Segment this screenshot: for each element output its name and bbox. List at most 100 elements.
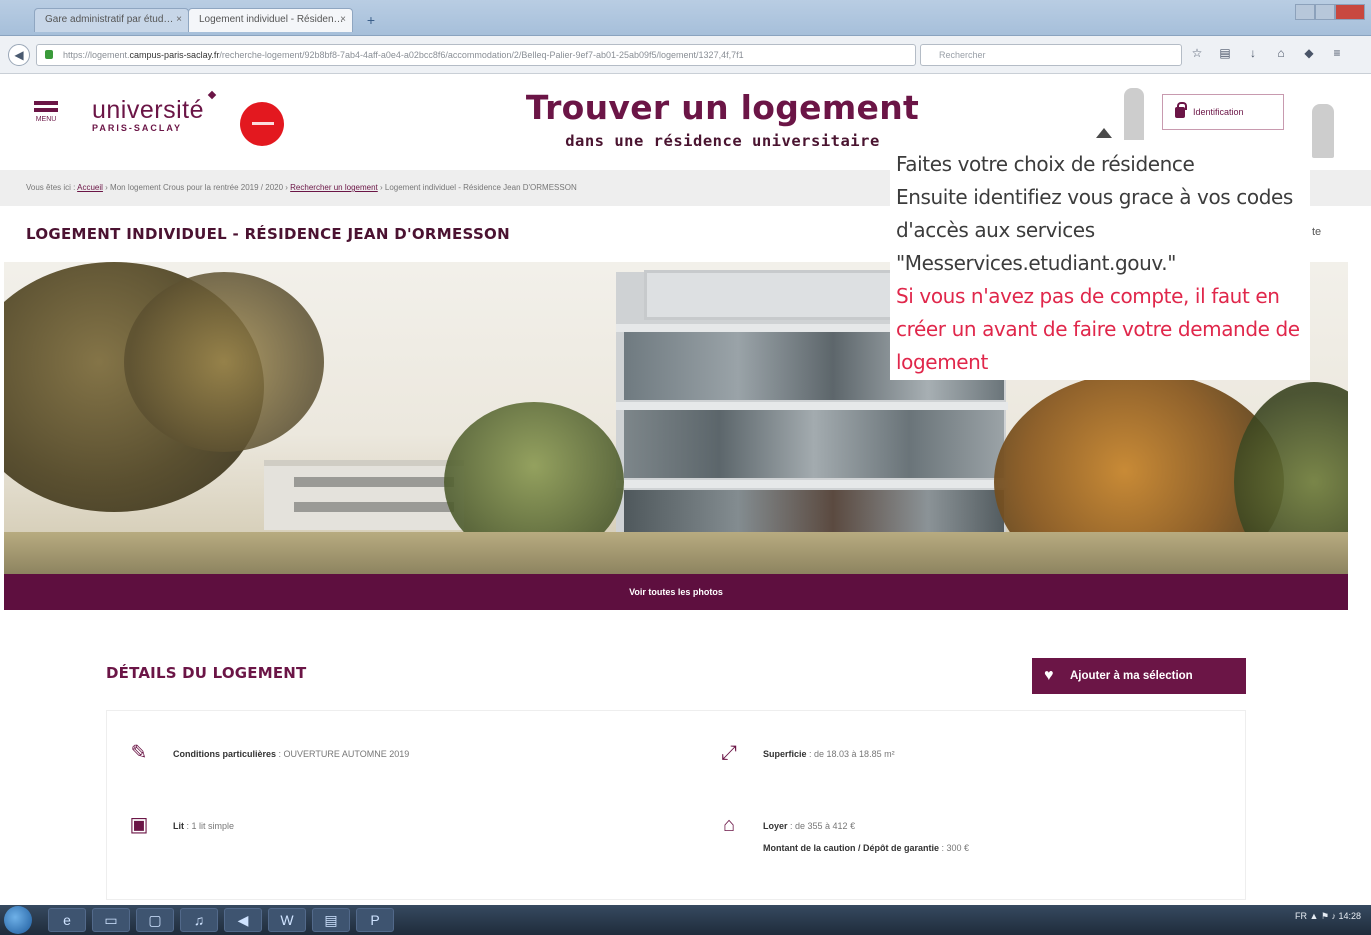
truncated-side-link[interactable]: te [1312,226,1321,238]
browser-toolbar-icons: ☆ ▤ ↓ ⌂ ◆ ≡ [1190,46,1344,60]
calendar-icon: ▣ [129,814,149,836]
start-button[interactable] [4,906,32,934]
window-controls [1295,4,1365,20]
tooltip-line: "Messervices.etudiant.gouv." [896,251,1177,275]
identification-button[interactable]: Identification [1162,94,1284,130]
back-icon[interactable]: ◀ [8,44,30,66]
secure-lock-icon [45,50,53,59]
photo-floor-slab [616,402,1008,410]
address-bar[interactable]: https://logement.campus-paris-saclay.fr/… [36,44,916,66]
breadcrumb-home-link[interactable]: Accueil [77,183,103,192]
view-all-photos-button[interactable]: Voir toutes les photos [4,574,1348,610]
breadcrumb-middle: › Mon logement Crous pour la rentrée 201… [102,183,291,192]
edit-note-icon: ✎ [130,742,148,764]
taskbar-app[interactable]: ▭ [92,908,130,932]
windows-taskbar: e ▭ ▢ ♫ ◀ W ▤ P FR ▲ ⚑ ♪ 14:28 [0,905,1371,935]
superficie-row: Superficie : de 18.03 à 18.85 m² [763,749,895,759]
close-tab-icon[interactable]: × [176,9,182,31]
tab-label: Gare administratif par étud… [45,14,174,25]
page-subheading: dans une résidence universitaire [565,132,880,150]
page-heading: Trouver un logement [525,88,920,127]
house-icon: ⌂ [722,814,736,836]
menu-label: MENU [35,116,57,123]
menu-icon[interactable]: ≡ [1330,46,1344,60]
taskbar-app[interactable]: ▤ [312,908,350,932]
photo-top-floor [644,270,894,320]
close-window-button[interactable] [1334,4,1365,20]
tooltip-line: Faites votre choix de résidence [896,152,1195,176]
taskbar-app[interactable]: ♫ [180,908,218,932]
taskbar-app-word[interactable]: W [268,908,306,932]
search-placeholder: Rechercher [939,50,986,60]
tooltip-warning-line: créer un avant de faire votre demande de [896,317,1300,341]
menu-button[interactable]: MENU [30,98,62,138]
identification-label: Identification [1193,107,1244,117]
details-panel: ✎ Conditions particulières : OUVERTURE A… [106,710,1246,900]
tab-label: Logement individuel - Résiden… [199,14,344,25]
add-to-selection-button[interactable]: ♥ Ajouter à ma sélection [1032,658,1246,694]
url-host: campus-paris-saclay.fr [129,50,220,60]
loyer-label: Loyer [763,821,788,831]
lock-icon [1175,102,1187,118]
lit-row: Lit : 1 lit simple [173,821,234,831]
tooltip-line: Ensuite identifiez vous grace à vos code… [896,185,1293,209]
loyer-value: : de 355 à 412 € [787,821,856,831]
photo-floor-slab [616,480,1008,488]
identification-tooltip: Faites votre choix de résidence Ensuite … [890,140,1310,380]
caution-value: : 300 € [939,843,970,853]
star-icon[interactable]: ☆ [1190,46,1204,60]
library-icon[interactable]: ▤ [1218,46,1232,60]
logo-line-2: PARIS-SACLAY [92,123,183,133]
crous-logo[interactable] [240,102,284,146]
shield-icon[interactable]: ◆ [1302,46,1316,60]
details-title: DÉTAILS DU LOGEMENT [106,664,307,682]
close-tab-icon[interactable]: × [340,9,346,31]
breadcrumb-prefix: Vous êtes ici : [26,183,76,192]
system-tray[interactable]: FR ▲ ⚑ ♪ 14:28 [1295,911,1361,922]
photo-glass-floor [624,410,1004,478]
photo-window-row [294,502,454,512]
heart-icon: ♥ [1044,667,1054,684]
browser-nav-bar: ◀ https://logement.campus-paris-saclay.f… [0,36,1371,74]
url-prefix: https://logement. [63,50,130,60]
breadcrumb-current: › Logement individuel - Résidence Jean D… [377,183,577,192]
tooltip-arrow-icon [1096,128,1112,138]
breadcrumb-search-link[interactable]: Rechercher un logement [290,183,378,192]
superficie-label: Superficie [763,749,807,759]
new-tab-button[interactable]: + [360,12,382,30]
taskbar-app[interactable]: ▢ [136,908,174,932]
add-to-selection-label: Ajouter à ma sélection [1070,670,1193,682]
photo-background-building [264,460,464,530]
photo-tree [124,272,324,452]
photo-ground [4,532,1348,574]
maximize-button[interactable] [1314,4,1335,20]
taskbar-app-powerpoint[interactable]: P [356,908,394,932]
taskbar-app[interactable]: ◀ [224,908,262,932]
tooltip-warning-line: logement [896,350,988,374]
lit-label: Lit [173,821,184,831]
home-icon[interactable]: ⌂ [1274,46,1288,60]
conditions-value: : OUVERTURE AUTOMNE 2019 [276,749,410,759]
url-path: /recherche-logement/92b8bf8-7ab4-4aff-a0… [219,50,744,60]
browser-search-input[interactable]: Rechercher [920,44,1182,66]
photo-window-row [294,477,454,487]
minimize-button[interactable] [1295,4,1315,20]
taskbar-app-ie[interactable]: e [48,908,86,932]
resize-arrows-icon: ⤢ [721,742,737,764]
download-icon[interactable]: ↓ [1246,46,1260,60]
logo-line-1: université [92,96,204,124]
tooltip-line: d'accès aux services [896,218,1095,242]
universite-paris-saclay-logo[interactable]: université PARIS-SACLAY [92,90,232,146]
conditions-row: Conditions particulières : OUVERTURE AUT… [173,749,409,759]
hamburger-icon [34,101,58,105]
caution-label: Montant de la caution / Dépôt de garanti… [763,843,940,853]
person-silhouette-illustration [1124,88,1144,144]
tooltip-warning-line: Si vous n'avez pas de compte, il faut en [896,284,1280,308]
loyer-row: Loyer : de 355 à 412 € [763,821,855,831]
browser-tab-bar: Gare administratif par étud… × Logement … [0,0,1371,36]
conditions-label: Conditions particulières [173,749,277,759]
browser-tab-1[interactable]: Gare administratif par étud… × [34,8,189,32]
person-silhouette-illustration [1312,104,1334,158]
hamburger-bar [34,108,58,112]
browser-tab-2-active[interactable]: Logement individuel - Résiden… × [188,8,353,32]
